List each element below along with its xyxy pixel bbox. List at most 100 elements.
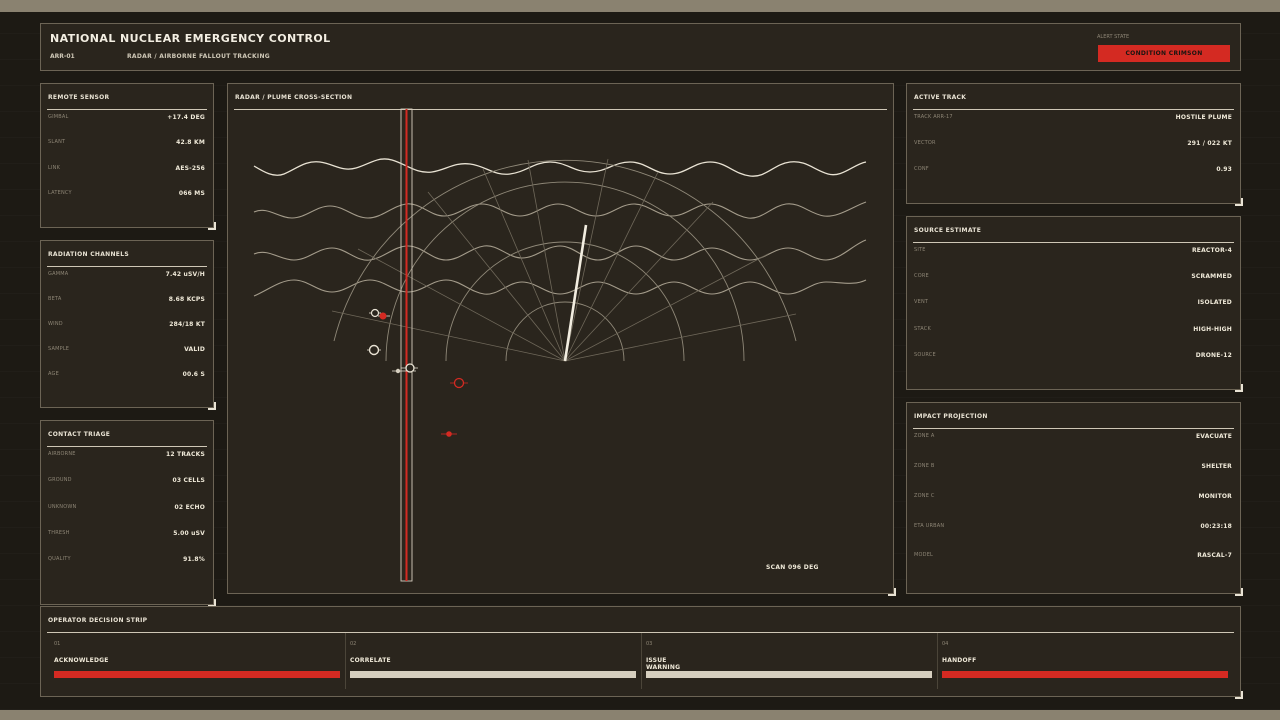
kv-value: RASCAL-7 <box>1197 552 1232 559</box>
kv-key: LATENCY <box>48 190 72 196</box>
panel-title: CONTACT TRIAGE <box>47 431 207 447</box>
plume-wave <box>253 201 867 219</box>
kv-row: ETA URBAN 00:23:18 <box>914 523 1232 533</box>
panel-title: IMPACT PROJECTION <box>913 413 1234 429</box>
kv-row: ZONE B SHELTER <box>914 463 1232 473</box>
kv-value: 7.42 uSV/H <box>165 271 205 278</box>
kv-key: ETA URBAN <box>914 523 945 529</box>
kv-key: AGE <box>48 371 59 377</box>
step-label: CORRELATE <box>350 657 391 664</box>
kv-key: ZONE A <box>914 433 935 439</box>
kv-key: CONF <box>914 166 929 172</box>
active-track-panel: ACTIVE TRACK TRACK ARR-17 HOSTILE PLUME V… <box>906 83 1243 206</box>
source-estimate-panel: SOURCE ESTIMATE SITE REACTOR-4 CORE SCRAMM… <box>906 216 1243 392</box>
panel-title: ACTIVE TRACK <box>913 94 1234 110</box>
step-divider <box>641 633 642 689</box>
kv-value: 291 / 022 KT <box>1187 140 1232 147</box>
kv-key: BETA <box>48 296 62 302</box>
contact-marker <box>446 431 452 437</box>
kv-row: CORE SCRAMMED <box>914 273 1232 283</box>
kv-key: VECTOR <box>914 140 936 146</box>
kv-key: GAMMA <box>48 271 69 277</box>
kv-value: DRONE-12 <box>1195 352 1232 359</box>
kv-row: AIRBORNE 12 TRACKS <box>48 451 205 461</box>
step-label: ISSUE WARNING <box>646 657 681 671</box>
kv-value: HIGH-HIGH <box>1193 326 1232 333</box>
kv-key: VENT <box>914 299 929 305</box>
kv-value: ISOLATED <box>1197 299 1232 306</box>
kv-row: SOURCE DRONE-12 <box>914 352 1232 362</box>
kv-value: VALID <box>184 346 205 353</box>
corner-bracket <box>208 222 216 230</box>
kv-key: QUALITY <box>48 556 71 562</box>
kv-value: AES-256 <box>175 165 205 172</box>
kv-value: 00.6 S <box>182 371 205 378</box>
kv-value: REACTOR-4 <box>1191 247 1232 254</box>
kv-key: TRACK ARR-17 <box>914 114 953 120</box>
kv-row: VENT ISOLATED <box>914 299 1232 309</box>
kv-value: 02 ECHO <box>174 504 205 511</box>
step-status-bar <box>54 671 340 678</box>
step-status-bar <box>646 671 932 678</box>
corner-bracket <box>1235 588 1243 596</box>
step-label: HANDOFF <box>942 657 977 664</box>
contact-marker <box>368 344 380 356</box>
kv-key: AIRBORNE <box>48 451 76 457</box>
radar-display[interactable] <box>228 84 893 593</box>
panel-title: RADIATION CHANNELS <box>47 251 207 267</box>
step-divider <box>345 633 346 689</box>
kv-key: ZONE B <box>914 463 935 469</box>
kv-value: 8.68 KCPS <box>168 296 205 303</box>
contact-marker <box>453 377 465 389</box>
kv-value: HOSTILE PLUME <box>1175 114 1232 121</box>
kv-row: SLANT 42.8 KM <box>48 139 205 149</box>
kv-value: 42.8 KM <box>176 139 205 146</box>
kv-row: GAMMA 7.42 uSV/H <box>48 271 205 281</box>
system-id: ARR-01 <box>50 53 75 60</box>
radar-panel: RADAR / PLUME CROSS-SECTION SCAN 096 DEG <box>227 83 896 596</box>
kv-row: LATENCY 066 MS <box>48 190 205 200</box>
kv-value: EVACUATE <box>1195 433 1232 440</box>
kv-row: GIMBAL +17.4 DEG <box>48 114 205 124</box>
kv-row: MODEL RASCAL-7 <box>914 552 1232 562</box>
kv-row: AGE 00.6 S <box>48 371 205 381</box>
kv-value: 066 MS <box>178 190 205 197</box>
kv-row: CONF 0.93 <box>914 166 1232 176</box>
kv-row: THRESH 5.00 uSV <box>48 530 205 540</box>
kv-key: MODEL <box>914 552 934 558</box>
kv-row: ZONE A EVACUATE <box>914 433 1232 443</box>
alert-state-badge: CONDITION CRIMSON <box>1098 45 1230 62</box>
kv-key: GROUND <box>48 477 72 483</box>
kv-row: GROUND 03 CELLS <box>48 477 205 487</box>
corner-bracket <box>888 588 896 596</box>
kv-row: BETA 8.68 KCPS <box>48 296 205 306</box>
remote-sensor-panel: REMOTE SENSOR GIMBAL +17.4 DEG SLANT 42.8 … <box>40 83 216 230</box>
kv-key: SOURCE <box>914 352 936 358</box>
page-subtitle: RADAR / AIRBORNE FALLOUT TRACKING <box>127 53 271 60</box>
header-panel: NATIONAL NUCLEAR EMERGENCY CONTROL ARR-0… <box>40 23 1241 71</box>
console-screen: NATIONAL NUCLEAR EMERGENCY CONTROL ARR-0… <box>0 12 1280 710</box>
kv-row: UNKNOWN 02 ECHO <box>48 504 205 514</box>
kv-key: GIMBAL <box>48 114 69 120</box>
alert-state-label: ALERT STATE <box>1097 34 1130 40</box>
kv-value: 284/18 KT <box>169 321 205 328</box>
scan-readout: SCAN 096 DEG <box>766 564 819 571</box>
corner-bracket <box>1235 691 1243 699</box>
step-divider <box>937 633 938 689</box>
radar-spokes <box>331 158 797 362</box>
radar-range-rings <box>333 159 797 362</box>
kv-key: WIND <box>48 321 63 327</box>
kv-key: LINK <box>48 165 61 171</box>
kv-key: UNKNOWN <box>48 504 77 510</box>
kv-row: LINK AES-256 <box>48 165 205 175</box>
kv-value: 03 CELLS <box>172 477 205 484</box>
contact-marker <box>405 363 415 373</box>
step-number: 01 <box>54 641 61 647</box>
corner-bracket <box>208 402 216 410</box>
kv-key: ZONE C <box>914 493 935 499</box>
plume-wave <box>253 239 867 261</box>
step-number: 02 <box>350 641 357 647</box>
radiation-channels-panel: RADIATION CHANNELS GAMMA 7.42 uSV/H BETA 8… <box>40 240 216 410</box>
kv-key: STACK <box>914 326 931 332</box>
panel-title: OPERATOR DECISION STRIP <box>47 617 1234 633</box>
